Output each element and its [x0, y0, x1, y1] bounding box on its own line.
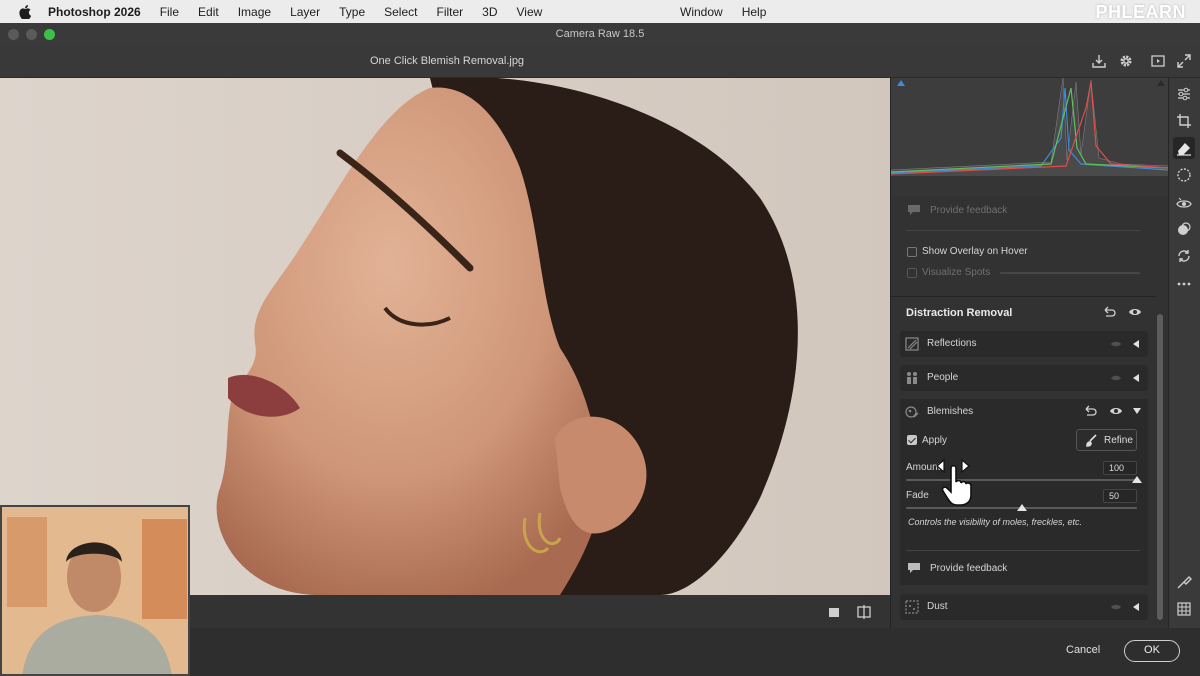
feedback-icon-top	[908, 205, 920, 215]
dust-expand-icon[interactable]	[1133, 603, 1139, 611]
menu-image[interactable]: Image	[238, 5, 271, 19]
menu-file[interactable]: File	[160, 5, 179, 19]
section-title: Distraction Removal	[906, 307, 1013, 319]
eraser-icon[interactable]	[1176, 140, 1192, 156]
menu-help[interactable]: Help	[742, 5, 767, 19]
presenter-video	[2, 507, 188, 674]
refine-button[interactable]: Refine	[1076, 429, 1137, 451]
file-name: One Click Blemish Removal.jpg	[370, 55, 525, 67]
header-bar: One Click Blemish Removal.jpg	[0, 45, 1200, 78]
window-title-bar: Camera Raw 18.5	[0, 23, 1200, 45]
divider	[906, 230, 1140, 231]
canvas-bottom-bar	[190, 595, 890, 628]
presets-icon[interactable]	[1176, 221, 1192, 237]
reflections-label: Reflections	[927, 338, 977, 349]
red-eye-icon[interactable]	[1176, 195, 1192, 211]
menu-bar: Photoshop 2026 File Edit Image Layer Typ…	[0, 0, 1200, 23]
histogram-graph	[891, 78, 1169, 178]
cancel-button[interactable]: Cancel	[1066, 644, 1100, 656]
menu-3d[interactable]: 3D	[482, 5, 497, 19]
apply-label: Apply	[922, 435, 948, 446]
divider-feedback	[906, 550, 1140, 551]
amount-slider-thumb[interactable]	[1132, 476, 1142, 483]
menu-layer[interactable]: Layer	[290, 5, 320, 19]
before-after-icon[interactable]	[856, 604, 872, 620]
reflections-expand-icon[interactable]	[1133, 340, 1139, 348]
show-overlay-label: Show Overlay on Hover	[922, 246, 1028, 257]
close-window-button[interactable]	[8, 29, 19, 40]
app-menu[interactable]: Photoshop 2026	[48, 5, 141, 19]
provide-feedback-link[interactable]: Provide feedback	[930, 563, 1007, 574]
ok-button[interactable]: OK	[1124, 640, 1180, 662]
fullscreen-icon[interactable]	[1176, 53, 1192, 69]
panel-scrollbar[interactable]	[1156, 196, 1164, 624]
section-divider	[891, 296, 1156, 297]
minimize-window-button[interactable]	[26, 29, 37, 40]
reflections-icon	[905, 337, 919, 351]
more-icon[interactable]	[1176, 276, 1192, 292]
blemishes-reset-icon[interactable]	[1083, 405, 1097, 417]
reflections-eye-icon[interactable]	[1110, 340, 1122, 348]
fade-slider-thumb[interactable]	[1016, 504, 1027, 511]
grid-icon[interactable]	[1176, 601, 1192, 617]
blemishes-icon	[905, 406, 919, 418]
amount-value-field[interactable]: 100	[1103, 461, 1137, 475]
people-eye-icon[interactable]	[1110, 374, 1122, 382]
visibility-eye-icon[interactable]	[1128, 307, 1142, 317]
zoom-window-button[interactable]	[44, 29, 55, 40]
dust-eye-icon[interactable]	[1110, 603, 1122, 611]
menu-type[interactable]: Type	[339, 5, 365, 19]
dust-icon	[905, 600, 919, 614]
blemishes-label: Blemishes	[927, 406, 974, 417]
histogram-footer	[891, 176, 1169, 196]
footer-bar	[190, 628, 1200, 676]
window-controls	[8, 29, 55, 40]
blemishes-hint: Controls the visibility of moles, freckl…	[908, 517, 1083, 527]
visualize-spots-label: Visualize Spots	[922, 267, 991, 278]
brush-icon	[1086, 434, 1097, 447]
convert-icon[interactable]	[1176, 248, 1192, 264]
fade-label: Fade	[906, 490, 929, 501]
people-expand-icon[interactable]	[1133, 374, 1139, 382]
menu-edit[interactable]: Edit	[198, 5, 219, 19]
edit-sliders-icon[interactable]	[1176, 86, 1192, 102]
save-icon[interactable]	[1091, 53, 1107, 69]
feedback-icon	[908, 563, 920, 573]
presenter-webcam	[0, 505, 190, 676]
watermark-logo: PHLEARN	[1095, 2, 1186, 22]
crop-icon[interactable]	[1176, 113, 1192, 129]
menu-view[interactable]: View	[517, 5, 543, 19]
masking-icon[interactable]	[1176, 167, 1192, 183]
window-title: Camera Raw 18.5	[555, 28, 645, 40]
blemishes-collapse-icon[interactable]	[1133, 408, 1141, 414]
visualize-spots-slider[interactable]	[1000, 272, 1140, 274]
tool-strip	[1168, 78, 1200, 628]
refine-label: Refine	[1104, 435, 1133, 446]
menu-filter[interactable]: Filter	[436, 5, 463, 19]
blemishes-eye-icon[interactable]	[1109, 406, 1123, 416]
hand-cursor-icon	[936, 458, 972, 506]
apply-checkbox[interactable]	[907, 435, 917, 445]
people-label: People	[927, 372, 959, 383]
dust-label: Dust	[927, 601, 948, 612]
present-icon[interactable]	[1150, 53, 1166, 69]
sampler-icon[interactable]	[1176, 574, 1192, 590]
fade-value-field[interactable]: 50	[1103, 489, 1137, 503]
people-icon	[907, 372, 917, 384]
panel-scrollbar-thumb[interactable]	[1157, 314, 1163, 620]
apple-menu-icon[interactable]	[16, 4, 34, 19]
menu-window[interactable]: Window	[680, 5, 723, 19]
reset-icon[interactable]	[1102, 306, 1116, 318]
provide-feedback-top[interactable]: Provide feedback	[930, 205, 1007, 216]
menu-select[interactable]: Select	[384, 5, 417, 19]
show-overlay-checkbox[interactable]	[907, 247, 917, 257]
gear-icon[interactable]	[1118, 53, 1134, 69]
visualize-spots-checkbox[interactable]	[907, 268, 917, 278]
single-view-icon[interactable]	[826, 604, 842, 620]
